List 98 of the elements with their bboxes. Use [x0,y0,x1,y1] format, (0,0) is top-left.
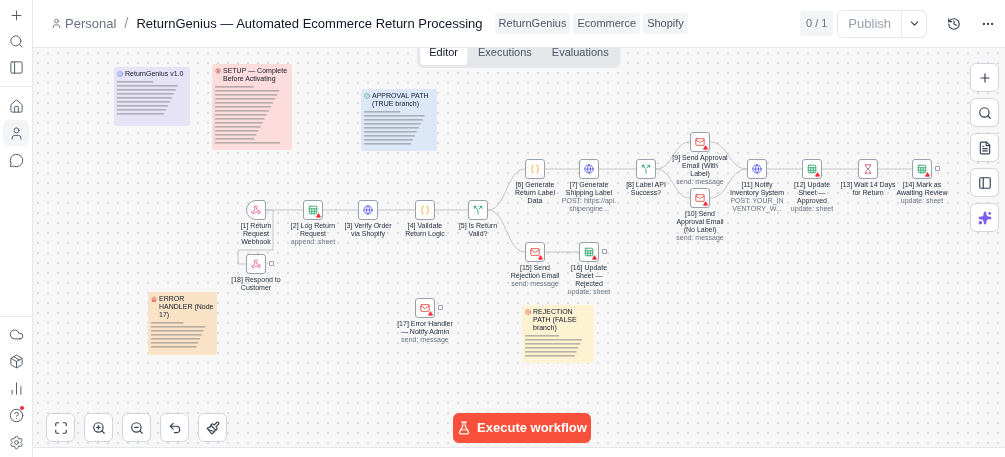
view-tab[interactable]: Editor [420,48,468,65]
warning-icon [703,145,708,150]
warning-icon [428,311,433,316]
document-icon [977,140,992,155]
add-icon [977,70,992,85]
workflow-node[interactable] [579,242,599,262]
workflow-node[interactable] [246,200,266,220]
warning-icon [538,255,543,260]
flask-icon [457,421,472,435]
workflow-node[interactable] [747,159,767,179]
globe-icon [584,164,594,174]
envelope-icon [695,137,705,147]
add-button[interactable] [970,63,999,92]
zoom-out-icon [129,420,144,435]
workflow-node[interactable] [858,159,878,179]
workflow-title[interactable]: ReturnGenius — Automated Ecommerce Return Processing [136,13,483,34]
view-tab[interactable]: Evaluations [542,48,618,65]
package-icon [8,353,24,369]
cross-icon [525,308,531,315]
workflow-node[interactable] [358,200,378,220]
breadcrumb-separator: / [124,13,129,34]
history-icon[interactable] [947,16,961,31]
spreadsheet-icon [308,205,318,215]
spreadsheet-icon [584,247,594,257]
webhook-icon [251,205,261,215]
warning-icon [592,255,597,260]
spreadsheet-icon [807,164,817,174]
fit-view-icon [53,420,68,435]
new-icon [8,7,24,23]
warning-icon [703,201,708,206]
workflow-node[interactable] [579,159,599,179]
view-tab[interactable]: Executions [469,48,541,65]
sparkle-icon [977,210,992,225]
home-icon [8,98,24,114]
search-button[interactable] [970,98,999,127]
spreadsheet-icon [917,164,927,174]
workflow-node[interactable] [912,159,932,179]
workflow-node[interactable] [690,188,710,208]
siren-icon [151,295,157,302]
workflow-node[interactable] [690,132,710,152]
chat-icon [8,152,24,168]
workflow-node[interactable] [525,159,545,179]
help-icon [8,407,24,423]
zoom-out-button[interactable] [122,413,151,442]
braces-icon [530,164,540,174]
workflow-node[interactable] [303,200,323,220]
brush-button[interactable] [198,413,227,442]
cloud-icon [8,326,24,342]
branch-icon [473,205,483,215]
workflow-node[interactable] [636,159,656,179]
warning-icon [925,172,930,177]
panel-button[interactable] [970,168,999,197]
envelope-icon [420,303,430,313]
person-icon [8,125,24,141]
globe-icon [363,205,373,215]
fit-view-button[interactable] [46,413,75,442]
globe-icon [752,164,762,174]
tag[interactable]: ReturnGenius [494,13,571,34]
warning-icon [815,172,820,177]
warning-icon [316,213,321,218]
workflow-node[interactable] [468,200,488,220]
undo-button[interactable] [160,413,189,442]
workflow-node[interactable] [415,200,435,220]
sidebar-item[interactable] [3,120,29,146]
zoom-in-button[interactable] [84,413,113,442]
brush-icon [205,420,220,435]
hourglass-icon [863,164,873,174]
tag[interactable]: Shopify [643,13,688,34]
panel-icon [8,59,24,75]
breadcrumb-link[interactable]: Personal [65,13,117,34]
check-icon [364,92,370,99]
gear-icon [215,67,221,74]
person-icon [51,18,62,29]
panel-icon [977,175,992,190]
envelope-icon [695,193,705,203]
add-node-handle[interactable] [438,305,443,310]
workflow-node[interactable] [415,298,435,318]
ai-button[interactable] [970,203,999,232]
add-node-handle[interactable] [269,261,274,266]
counter: 0 / 1 [799,11,834,36]
add-node-handle[interactable] [935,166,940,171]
settings-icon [8,434,24,450]
branch-icon [641,164,651,174]
envelope-icon [530,247,540,257]
tag[interactable]: Ecommerce [573,13,641,34]
undo-icon [167,420,182,435]
document-button[interactable] [970,133,999,162]
info-icon [117,70,123,77]
workflow-node[interactable] [246,254,266,274]
webhook-icon [251,259,261,269]
search-icon [977,105,992,120]
search-icon [8,33,24,49]
braces-icon [420,205,430,215]
workflow-node[interactable] [525,242,545,262]
workflow-node[interactable] [802,159,822,179]
zoom-in-icon [91,420,106,435]
bar-chart-icon [8,380,24,396]
add-node-handle[interactable] [602,249,607,254]
